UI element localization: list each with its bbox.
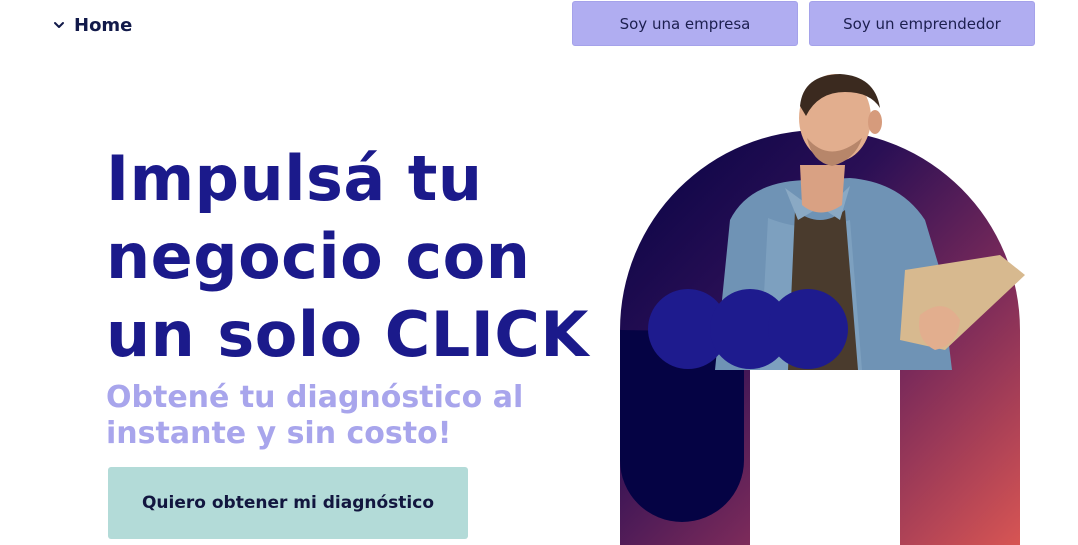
soy-un-emprendedor-button[interactable]: Soy un emprendedor: [809, 1, 1035, 46]
chevron-down-icon: [52, 18, 66, 32]
home-menu[interactable]: Home: [52, 12, 132, 38]
hero-subheadline: Obtené tu diagnóstico al instante y sin …: [106, 380, 523, 452]
get-diagnosis-button[interactable]: Quiero obtener mi diagnóstico: [108, 467, 468, 539]
subheadline-line-1: Obtené tu diagnóstico al: [106, 380, 524, 415]
home-label: Home: [74, 14, 133, 36]
headline-line-3: un solo CLICK: [106, 298, 589, 371]
headline-line-2: negocio con: [106, 220, 531, 293]
hero-headline: Impulsá tu negocio con un solo CLICK: [106, 140, 589, 374]
hero-illustration: [620, 74, 1025, 545]
subheadline-line-2: instante y sin costo!: [106, 416, 452, 451]
headline-line-1: Impulsá tu: [106, 142, 483, 215]
soy-una-empresa-button[interactable]: Soy una empresa: [572, 1, 798, 46]
circles-decoration: [648, 289, 848, 369]
